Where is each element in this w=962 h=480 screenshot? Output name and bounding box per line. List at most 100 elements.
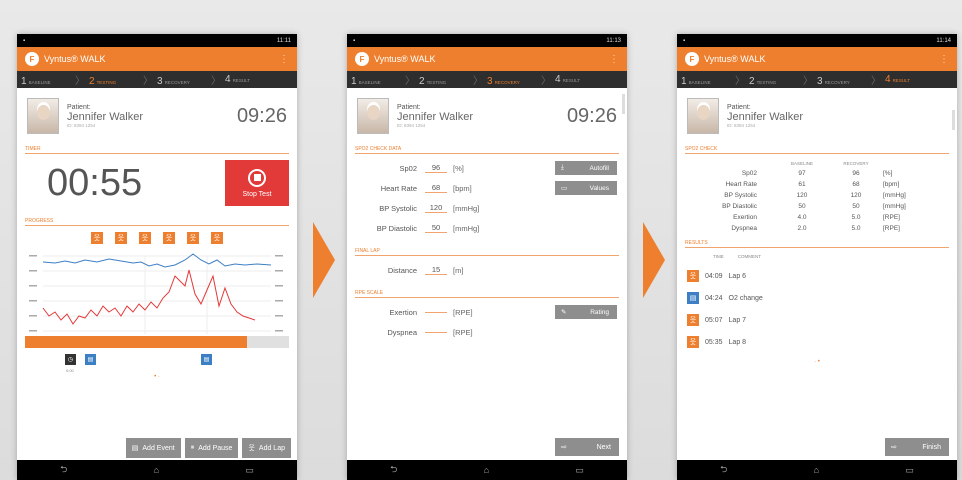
screen-testing: ▪ 11:11 F Vyntus® WALK ⋮ 1 Baseline 〉 2 Test…	[17, 34, 297, 480]
scroll-indicator[interactable]	[952, 110, 955, 130]
col-recovery: Recovery	[843, 160, 869, 166]
rpe-section-title: RPE Scale	[355, 290, 619, 298]
overflow-menu-icon[interactable]: ⋮	[609, 54, 619, 65]
bp-systolic-field[interactable]: 120	[425, 203, 447, 213]
patient-name: Jennifer Walker	[397, 111, 474, 123]
step-result[interactable]: 4 Result	[885, 74, 953, 85]
overflow-menu-icon[interactable]: ⋮	[939, 54, 949, 65]
step-testing[interactable]: 2 Testing 〉	[419, 72, 487, 87]
home-icon[interactable]: ⌂	[484, 465, 489, 475]
stop-icon	[248, 168, 266, 187]
rating-button[interactable]: ✎ Rating	[555, 305, 617, 319]
heart-rate-field[interactable]: 68	[425, 183, 447, 193]
list-item[interactable]: 웃 05:35 Lap 8	[687, 331, 947, 353]
walker-icon: 웃	[139, 232, 151, 244]
live-chart	[25, 246, 289, 336]
android-nav-bar: ⮌ ⌂ ▭	[347, 460, 627, 480]
table-row: Exertion 4.0 5.0 [RPE]	[733, 214, 900, 221]
step-result[interactable]: 4 Result	[555, 74, 623, 85]
spo2-check-section-title: SpO2 Check	[685, 146, 949, 154]
back-icon[interactable]: ⮌	[60, 462, 67, 478]
next-arrow-icon: ⇨	[891, 444, 897, 451]
spo2-section-title: SpO2 Check Data	[355, 146, 619, 154]
pause-icon: ⏸	[190, 444, 195, 451]
results-section-title: Results	[685, 240, 949, 248]
list-item[interactable]: ▤ 04:24 O2 change	[687, 287, 947, 309]
dyspnea-field[interactable]	[425, 331, 447, 333]
spo2-field[interactable]: 96	[425, 163, 447, 173]
notification-icon: ▪	[353, 37, 356, 44]
screen-recovery: ▪ 11:13 F Vyntus® WALK ⋮ 1 Baseline 〉 2 Test…	[347, 34, 627, 480]
event-markers: ◷ ▤ ▤ 0:00	[25, 348, 289, 374]
patient-name: Jennifer Walker	[727, 111, 804, 123]
walker-icon: 웃	[211, 232, 223, 244]
overflow-menu-icon[interactable]: ⋮	[279, 54, 289, 65]
step-testing[interactable]: 2 Testing 〉	[749, 72, 817, 87]
home-icon[interactable]: ⌂	[814, 465, 819, 475]
list-item[interactable]: 웃 04:09 Lap 6	[687, 265, 947, 287]
step-bar: 1 Baseline 〉 2 Testing 〉 3 Recovery 〉 4 Result	[677, 71, 957, 88]
col-baseline: Baseline	[790, 160, 813, 166]
exertion-row: Exertion [RPE] ✎ Rating	[357, 302, 617, 322]
walker-icon: 웃	[115, 232, 127, 244]
exertion-field[interactable]	[425, 311, 447, 313]
timer-section-title: Timer	[25, 146, 289, 154]
autofill-button[interactable]: ⤓ Autofill	[555, 161, 617, 175]
values-button[interactable]: ▭ Values	[555, 181, 617, 195]
patient-label: Patient:	[727, 104, 751, 111]
patient-name: Jennifer Walker	[67, 111, 144, 123]
next-button[interactable]: ⇨ Next	[555, 438, 619, 456]
step-baseline[interactable]: 1 Baseline 〉	[351, 72, 419, 87]
walker-icon: 웃	[91, 232, 103, 244]
add-lap-button[interactable]: 웃 Add Lap	[242, 438, 291, 458]
screen-result: ▪ 11:14 F Vyntus® WALK ⋮ 1 Baseline 〉 2 Test…	[677, 34, 957, 480]
add-event-icon: ▤	[131, 445, 139, 452]
step-recovery[interactable]: 3 Recovery 〉	[817, 72, 885, 87]
final-lap-section-title: Final Lap	[355, 248, 619, 256]
back-icon[interactable]: ⮌	[390, 462, 397, 478]
recents-icon[interactable]: ▭	[575, 465, 584, 476]
test-progress-bar	[25, 336, 289, 348]
walker-icon: 웃	[248, 445, 255, 452]
walker-icon: 웃	[187, 232, 199, 244]
step-recovery[interactable]: 3 Recovery 〉	[157, 72, 225, 87]
add-event-button[interactable]: ▤ Add Event	[125, 438, 181, 458]
event-marker-label: 0:00	[66, 368, 74, 373]
finish-button[interactable]: ⇨ Finish	[885, 438, 949, 456]
table-row: BP Systolic 120 120 [mmHg]	[724, 192, 906, 199]
elapsed-clock: 09:26	[566, 104, 617, 127]
step-result[interactable]: 4 Result	[225, 74, 293, 85]
back-icon[interactable]: ⮌	[720, 462, 727, 478]
app-logo-icon: F	[355, 52, 369, 66]
stopwatch-icon: ◷	[65, 354, 76, 365]
app-title: Vyntus® WALK	[704, 54, 766, 64]
step-recovery[interactable]: 3 Recovery 〉	[487, 72, 555, 87]
step-baseline[interactable]: 1 Baseline 〉	[681, 72, 749, 87]
add-pause-button[interactable]: ⏸ Add Pause	[184, 438, 239, 458]
step-baseline[interactable]: 1 Baseline 〉	[21, 72, 89, 87]
bp-systolic-row: BP Systolic 120 [mmHg]	[379, 203, 480, 213]
flow-arrow-icon	[313, 222, 335, 298]
status-bar: ▪ 11:13	[347, 34, 627, 47]
step-testing[interactable]: 2 Testing 〉	[89, 72, 157, 87]
stop-test-button[interactable]: Stop Test	[225, 160, 289, 206]
patient-avatar	[357, 98, 389, 134]
app-title: Vyntus® WALK	[44, 54, 106, 64]
recents-icon[interactable]: ▭	[245, 465, 254, 476]
walker-icon: 웃	[163, 232, 175, 244]
distance-field[interactable]: 15	[425, 265, 447, 275]
app-bar: F Vyntus® WALK ⋮	[677, 47, 957, 71]
patient-header: Patient: Jennifer Walker ID: 8394 1254	[677, 88, 957, 140]
recents-icon[interactable]: ▭	[905, 465, 914, 476]
app-bar: F Vyntus® WALK ⋮	[17, 47, 297, 71]
bp-diastolic-field[interactable]: 50	[425, 223, 447, 233]
scroll-indicator[interactable]	[622, 94, 625, 114]
walker-icon: 웃	[687, 270, 699, 282]
patient-id: ID: 8394 1254	[727, 123, 756, 128]
status-clock: 11:11	[276, 37, 291, 44]
home-icon[interactable]: ⌂	[154, 465, 159, 475]
list-item[interactable]: 웃 05:07 Lap 7	[687, 309, 947, 331]
page-indicator: • ·	[154, 374, 160, 380]
col-comment: Comment	[737, 254, 761, 259]
distance-row: Distance 15 [m]	[387, 265, 464, 275]
